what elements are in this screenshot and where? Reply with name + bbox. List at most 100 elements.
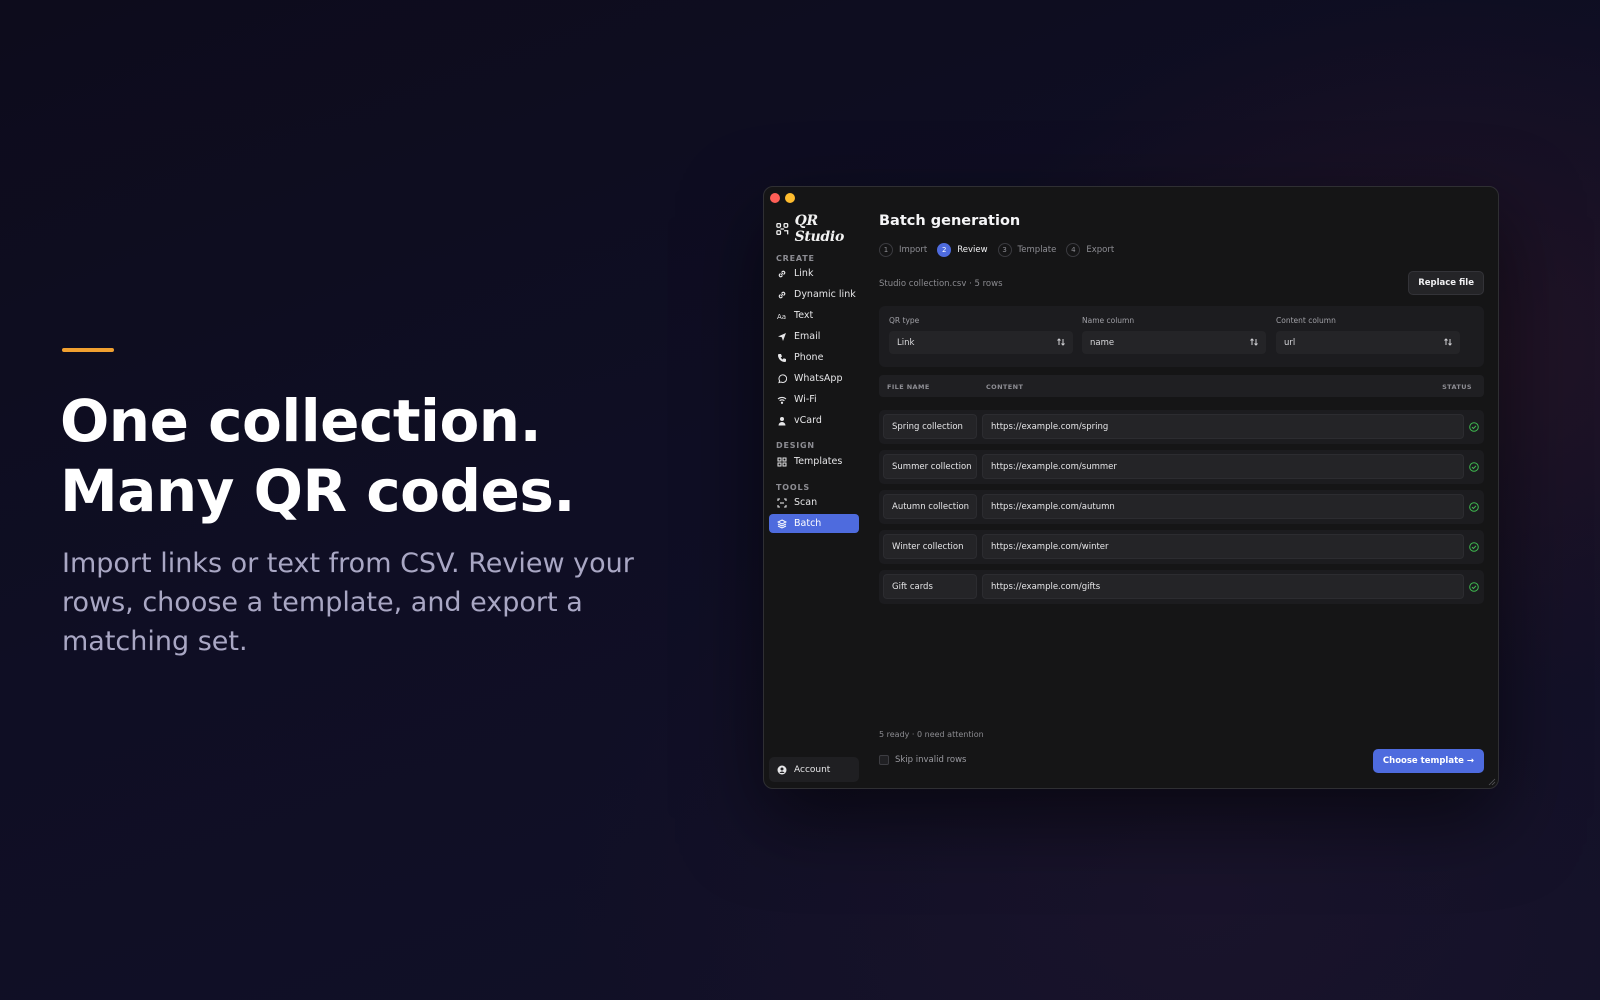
check-circle-icon <box>1469 542 1479 552</box>
file-info: Studio collection.csv · 5 rows <box>879 279 1003 289</box>
column-header-file-name: FILE NAME <box>887 383 930 391</box>
sidebar-item-whatsapp[interactable]: WhatsApp <box>769 369 859 388</box>
sort-arrows-icon <box>1444 338 1452 346</box>
sidebar-item-label: Link <box>794 268 814 279</box>
skip-invalid-label: Skip invalid rows <box>895 755 967 765</box>
check-circle-icon <box>1469 422 1479 432</box>
file-name-input[interactable]: Spring collection <box>883 414 977 439</box>
link-icon <box>778 291 786 298</box>
step-label: Export <box>1086 245 1115 255</box>
sidebar-item-label: WhatsApp <box>794 373 843 384</box>
sidebar-item-label: Wi-Fi <box>794 394 817 405</box>
step-template[interactable]: 3 Template <box>997 243 1057 257</box>
validation-summary: 5 ready · 0 need attention <box>879 730 984 739</box>
step-label: Import <box>899 245 928 255</box>
content-column-label: Content column <box>1276 316 1336 325</box>
table-row: Gift cards https://example.com/gifts <box>879 570 1484 604</box>
content-input[interactable]: https://example.com/gifts <box>982 574 1464 599</box>
sidebar-item-scan[interactable]: Scan <box>769 493 859 512</box>
sidebar-item-label: Dynamic link <box>794 289 856 300</box>
file-name-input[interactable]: Autumn collection <box>883 494 977 519</box>
step-import[interactable]: 1 Import <box>879 243 927 257</box>
sidebar: QR Studio CREATE Link Dynamic link Aa Te… <box>764 187 864 788</box>
file-name-input[interactable]: Summer collection <box>883 454 977 479</box>
check-circle-icon <box>1469 462 1479 472</box>
qr-logo-icon <box>776 222 789 236</box>
sidebar-item-label: Text <box>794 310 814 321</box>
resize-handle-icon[interactable] <box>1488 778 1496 786</box>
sidebar-item-batch[interactable]: Batch <box>769 514 859 533</box>
name-column-value: name <box>1090 337 1115 348</box>
column-header-content: CONTENT <box>986 383 1024 391</box>
content-input[interactable]: https://example.com/summer <box>982 454 1464 479</box>
hero-title: One collection. Many QR codes. <box>60 386 700 526</box>
hero-title-line1: One collection. <box>60 387 542 455</box>
logo-text: QR Studio <box>794 213 845 245</box>
sidebar-item-label: Scan <box>794 497 818 508</box>
table-row: Autumn collection https://example.com/au… <box>879 490 1484 524</box>
check-circle-icon <box>1469 582 1479 592</box>
sidebar-item-label: Email <box>794 331 821 342</box>
file-name-input[interactable]: Winter collection <box>883 534 977 559</box>
content-column-select[interactable]: url <box>1276 331 1460 354</box>
account-icon <box>777 765 787 774</box>
phone-icon <box>778 353 786 362</box>
content-input[interactable]: https://example.com/winter <box>982 534 1464 559</box>
sidebar-item-wifi[interactable]: Wi-Fi <box>769 390 859 409</box>
content-input[interactable]: https://example.com/spring <box>982 414 1464 439</box>
sidebar-item-label: Phone <box>794 352 824 363</box>
layers-icon <box>777 518 787 529</box>
step-number: 3 <box>997 243 1012 257</box>
link-icon <box>778 270 786 277</box>
sidebar-item-templates[interactable]: Templates <box>769 452 859 471</box>
wifi-icon <box>777 396 787 404</box>
step-label: Template <box>1017 245 1057 255</box>
step-review[interactable]: 2 Review <box>937 243 988 257</box>
name-column-label: Name column <box>1082 316 1135 325</box>
hero-subtitle: Import links or text from CSV. Review yo… <box>62 548 634 657</box>
skip-invalid-checkbox[interactable] <box>879 755 889 765</box>
table-row: Spring collection https://example.com/sp… <box>879 410 1484 444</box>
app-window: QR Studio CREATE Link Dynamic link Aa Te… <box>763 186 1499 789</box>
step-label: Review <box>957 245 988 255</box>
sidebar-item-text[interactable]: Aa Text <box>769 306 859 325</box>
sidebar-item-phone[interactable]: Phone <box>769 348 859 367</box>
qr-type-select[interactable]: Link <box>889 331 1073 354</box>
whatsapp-icon <box>778 373 787 383</box>
stepper: 1 Import 2 Review 3 Template 4 Export <box>879 243 1114 257</box>
sidebar-item-vcard[interactable]: vCard <box>769 411 859 430</box>
sidebar-item-link[interactable]: Link <box>769 264 859 283</box>
step-export[interactable]: 4 Export <box>1066 243 1114 257</box>
column-header-status: STATUS <box>1442 383 1472 391</box>
account-button[interactable]: Account <box>769 757 859 782</box>
step-number: 2 <box>937 243 952 257</box>
step-number: 4 <box>1066 243 1081 257</box>
content-input[interactable]: https://example.com/autumn <box>982 494 1464 519</box>
app-logo: QR Studio <box>776 213 864 245</box>
send-icon <box>778 332 786 341</box>
step-number: 1 <box>879 243 893 257</box>
page-title: Batch generation <box>879 213 1021 229</box>
table-row: Winter collection https://example.com/wi… <box>879 530 1484 564</box>
table-header: FILE NAME CONTENT STATUS <box>879 375 1484 397</box>
section-label-tools: TOOLS <box>776 483 810 492</box>
replace-file-button[interactable]: Replace file <box>1408 271 1484 295</box>
account-label: Account <box>794 764 831 775</box>
file-name-input[interactable]: Gift cards <box>883 574 977 599</box>
choose-template-button[interactable]: Choose template → <box>1372 749 1484 773</box>
sort-arrows-icon <box>1057 338 1065 346</box>
skip-invalid-rows-toggle[interactable]: Skip invalid rows <box>879 755 966 765</box>
sidebar-item-dynamic-link[interactable]: Dynamic link <box>769 285 859 304</box>
scan-icon <box>777 497 787 508</box>
section-label-create: CREATE <box>776 254 815 263</box>
name-column-select[interactable]: name <box>1082 331 1266 354</box>
hero-title-line2: Many QR codes. <box>60 457 575 525</box>
sidebar-item-label: Templates <box>794 456 843 467</box>
sidebar-item-label: vCard <box>794 415 822 426</box>
check-circle-icon <box>1469 502 1479 512</box>
table-row: Summer collection https://example.com/su… <box>879 450 1484 484</box>
sort-arrows-icon <box>1250 338 1258 346</box>
name-column-field: Name column name <box>1082 316 1266 354</box>
qr-type-label: QR type <box>889 316 920 325</box>
sidebar-item-email[interactable]: Email <box>769 327 859 346</box>
